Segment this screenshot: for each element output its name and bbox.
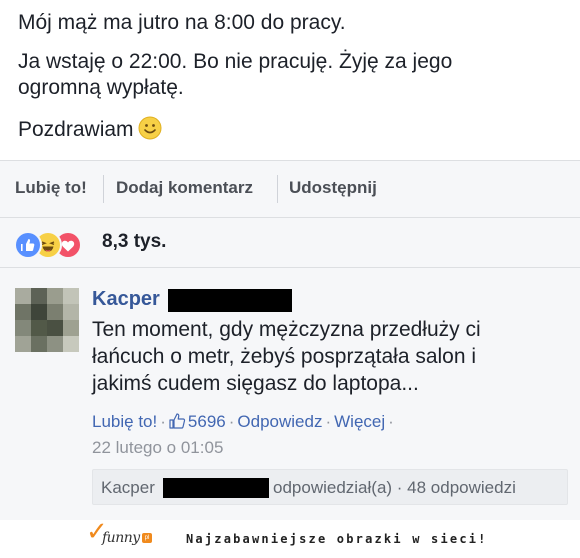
like-count: 5696	[187, 412, 226, 431]
separator-dot: ·	[325, 412, 332, 431]
reactions-bar[interactable]: 8,3 tys.	[0, 218, 580, 268]
separator-dot: ·	[388, 412, 394, 431]
site-logo: ✓ funny pl	[86, 516, 166, 556]
post-greeting: Pozdrawiam	[18, 118, 134, 141]
separator-dot: ·	[228, 412, 235, 431]
like-reaction-icon	[14, 231, 42, 259]
comment-timestamp[interactable]: 22 lutego o 01:05	[92, 438, 223, 458]
thumbs-up-icon	[169, 413, 186, 429]
post-text-line: Mój mąż ma jutro na 8:00 do pracy.	[18, 11, 346, 34]
redaction-bar	[168, 289, 292, 312]
reaction-count[interactable]: 8,3 tys.	[102, 231, 166, 253]
reaction-icons[interactable]	[14, 231, 94, 259]
post-text-line: Pozdrawiam	[18, 116, 162, 143]
post-body: Mój mąż ma jutro na 8:00 do pracy. Ja ws…	[0, 0, 580, 160]
redaction-bar	[163, 478, 269, 498]
comment: Kacper Ten moment, gdy mężczyzna przedłu…	[0, 268, 580, 520]
reply-link[interactable]: Odpowiedz	[237, 412, 322, 431]
comment-author[interactable]: Kacper	[92, 288, 160, 311]
logo-text: funny	[102, 530, 140, 546]
more-link[interactable]: Więcej	[334, 412, 385, 431]
divider	[103, 175, 104, 203]
like-button[interactable]: Lubię to!	[15, 178, 87, 198]
site-tagline: Najzabawniejsze obrazki w sieci!	[186, 532, 488, 546]
comment-like-link[interactable]: Lubię to!	[92, 412, 157, 431]
divider	[277, 175, 278, 203]
smiley-face-icon	[138, 116, 162, 140]
logo-badge: pl	[142, 533, 152, 543]
comment-like-count[interactable]: 5696	[169, 412, 226, 431]
comment-meta: Lubię to! · 5696 · Odpowiedz · Więcej ·	[92, 412, 397, 432]
separator-dot: ·	[160, 412, 166, 431]
avatar[interactable]	[15, 288, 79, 352]
comment-text: Ten moment, gdy mężczyzna przedłuży ci ł…	[92, 318, 481, 395]
post-action-bar: Lubię to! Dodaj komentarz Udostępnij	[0, 160, 580, 218]
reply-count-text: odpowiedział(a) · 48 odpowiedzi	[273, 478, 516, 497]
replies-summary[interactable]: Kacper odpowiedział(a) · 48 odpowiedzi	[92, 469, 568, 505]
comment-button[interactable]: Dodaj komentarz	[116, 178, 253, 198]
post-text-line: Ja wstaję o 22:00. Bo nie pracuję. Żyję …	[18, 50, 453, 99]
reply-author: Kacper	[101, 478, 155, 497]
watermark-footer: ✓ funny pl Najzabawniejsze obrazki w sie…	[0, 516, 580, 558]
share-button[interactable]: Udostępnij	[289, 178, 377, 198]
